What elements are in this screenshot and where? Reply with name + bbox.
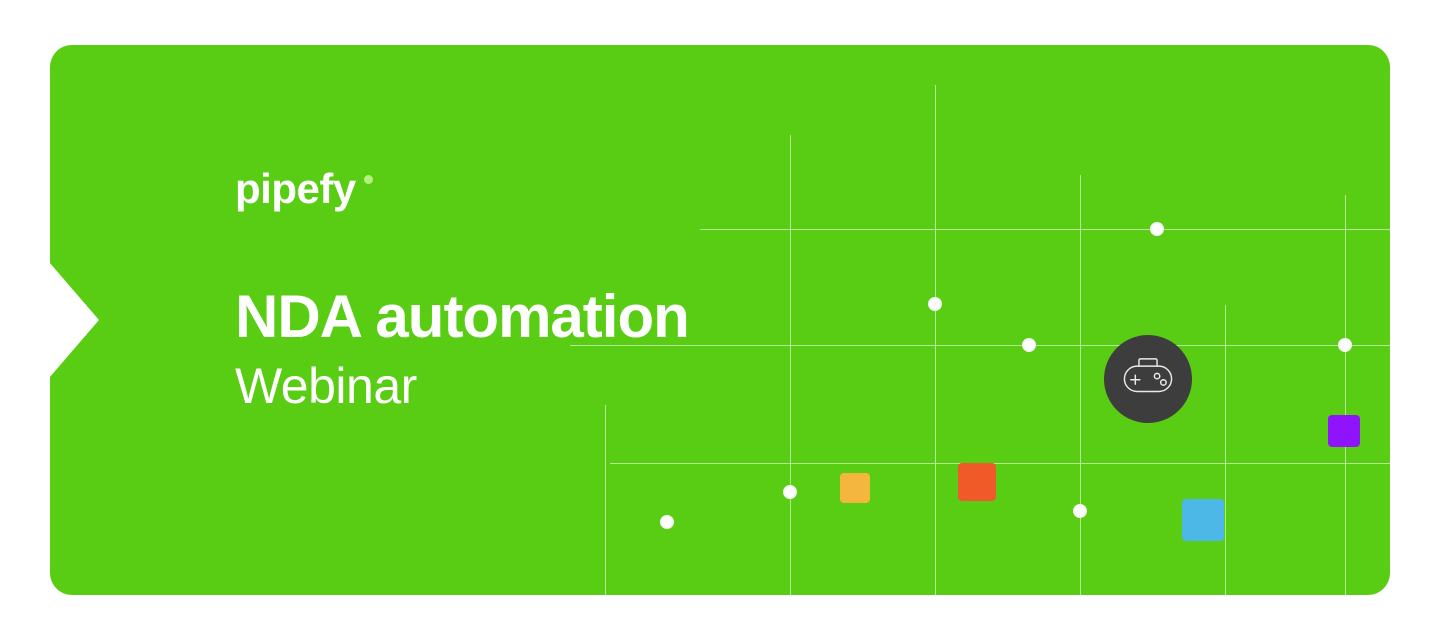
grid-line (610, 463, 1390, 464)
grid-line (935, 85, 936, 595)
left-notch (50, 262, 99, 378)
promo-banner: pipefy NDA automation Webinar (50, 45, 1390, 595)
decor-square-yellow (840, 473, 870, 503)
decor-dot (1150, 222, 1164, 236)
gamepad-icon (1119, 348, 1177, 411)
decor-square-purple (1328, 415, 1360, 447)
hero-title: NDA automation (235, 285, 689, 348)
brand-name: pipefy (235, 165, 356, 213)
decor-dot (1073, 504, 1087, 518)
grid-line (605, 405, 606, 595)
decor-dot (660, 515, 674, 529)
grid-line (1345, 195, 1346, 595)
brand-logo: pipefy (235, 165, 373, 213)
brand-dot (364, 175, 373, 184)
decor-dot (1022, 338, 1036, 352)
grid-line (570, 345, 1390, 346)
grid-line (1080, 175, 1081, 595)
grid-line (1225, 305, 1226, 595)
grid-line (700, 229, 1390, 230)
hero-subtitle: Webinar (235, 357, 417, 415)
decor-dot (1338, 338, 1352, 352)
grid-line (790, 135, 791, 595)
decor-dot (783, 485, 797, 499)
decor-square-blue (1182, 499, 1224, 541)
gamepad-badge (1104, 335, 1192, 423)
decor-dot (928, 297, 942, 311)
decor-square-orange (958, 463, 996, 501)
